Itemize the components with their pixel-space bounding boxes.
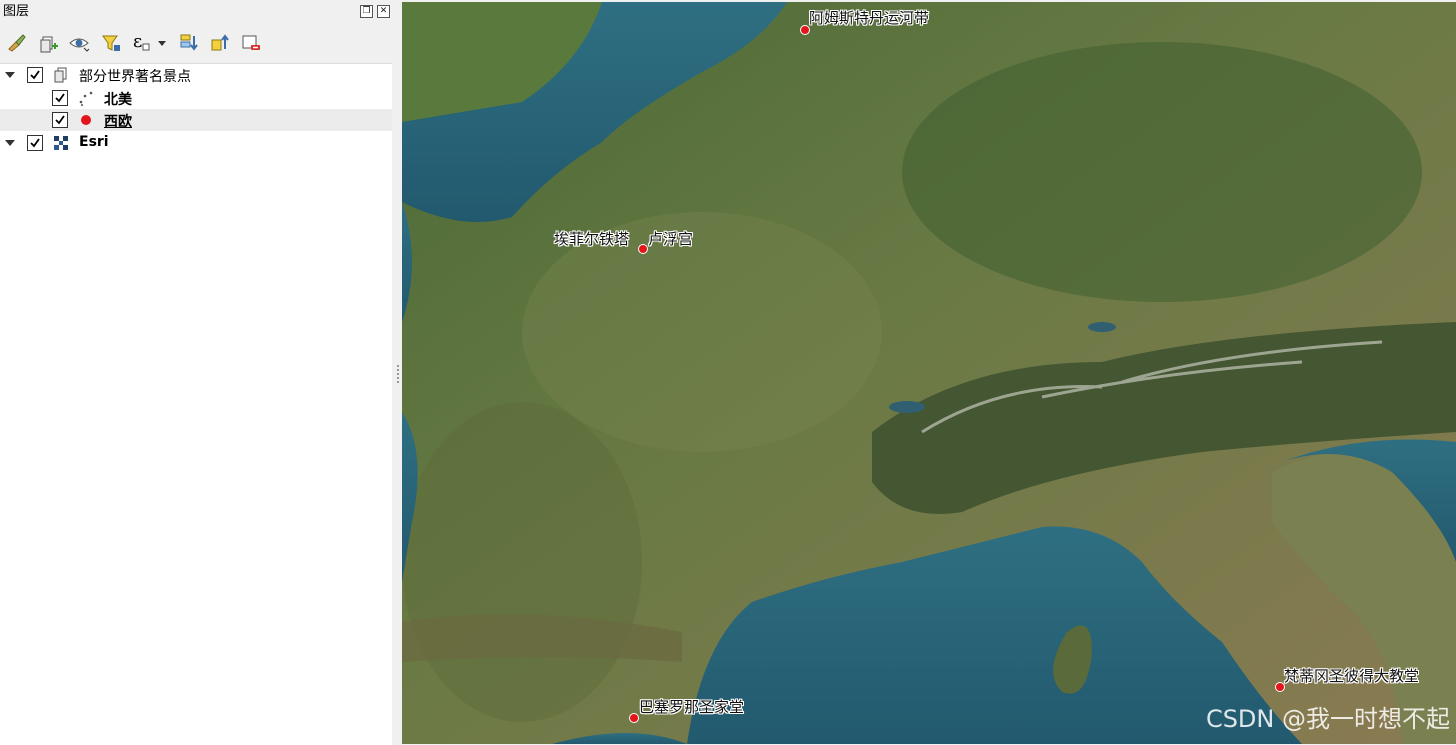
panel-title: 图层 bbox=[3, 4, 30, 19]
panel-splitter[interactable] bbox=[395, 0, 402, 744]
poi-label-eiffel: 埃菲尔铁塔 bbox=[554, 230, 630, 248]
filter-expression-icon[interactable]: ε bbox=[131, 31, 171, 54]
map-canvas[interactable]: 阿姆斯特丹运河带 埃菲尔铁塔 卢浮宫 梵蒂冈圣彼得大教堂 巴塞罗那圣家堂 CSD… bbox=[402, 2, 1456, 744]
layer-group-icon bbox=[53, 67, 69, 83]
layer-row-esri[interactable]: Esri bbox=[0, 132, 392, 154]
western-europe-label: 西欧 bbox=[104, 114, 132, 130]
raster-layer-icon bbox=[53, 135, 69, 151]
poi-label-amsterdam: 阿姆斯特丹运河带 bbox=[809, 9, 930, 27]
collapse-all-icon[interactable] bbox=[209, 32, 231, 54]
group-visibility-checkbox[interactable] bbox=[27, 67, 43, 83]
layer-row-north-america[interactable]: 北美 bbox=[0, 87, 392, 109]
poi-label-louvre: 卢浮宫 bbox=[648, 230, 694, 248]
layers-toolbar: ε bbox=[0, 28, 395, 58]
north-america-label: 北美 bbox=[104, 92, 132, 108]
remove-layer-icon[interactable] bbox=[240, 32, 262, 54]
layer-row-western-europe[interactable]: 西欧 bbox=[0, 109, 392, 131]
poi-marker-sagrada[interactable] bbox=[629, 713, 639, 723]
layer-tree: 部分世界著名景点 北美 西欧 Esri bbox=[0, 63, 392, 745]
style-manager-icon[interactable] bbox=[6, 32, 28, 54]
filter-legend-icon[interactable] bbox=[100, 32, 122, 54]
esri-label: Esri bbox=[79, 134, 109, 150]
layer-group-row[interactable]: 部分世界著名景点 bbox=[0, 64, 392, 86]
north-america-visibility-checkbox[interactable] bbox=[52, 90, 68, 106]
expand-arrow-icon[interactable] bbox=[5, 140, 15, 146]
western-europe-visibility-checkbox[interactable] bbox=[52, 112, 68, 128]
esri-visibility-checkbox[interactable] bbox=[27, 135, 43, 151]
expand-all-icon[interactable] bbox=[178, 32, 200, 54]
poi-label-vatican: 梵蒂冈圣彼得大教堂 bbox=[1284, 667, 1420, 685]
add-group-icon[interactable] bbox=[37, 32, 59, 54]
expand-arrow-icon[interactable] bbox=[5, 72, 15, 78]
close-panel-button[interactable]: ✕ bbox=[377, 5, 390, 18]
csdn-watermark: CSDN @我一时想不起 bbox=[1205, 705, 1450, 733]
group-label: 部分世界著名景点 bbox=[79, 69, 191, 85]
visibility-icon[interactable] bbox=[68, 32, 90, 54]
layers-panel: 图层 ❐ ✕ ε 部分世界著名景点 北美 西欧 Esri bbox=[0, 0, 395, 745]
red-point-symbol-icon bbox=[78, 112, 94, 128]
float-panel-button[interactable]: ❐ bbox=[360, 5, 373, 18]
poi-marker-paris[interactable] bbox=[638, 244, 648, 254]
point-cluster-symbol-icon bbox=[78, 90, 94, 106]
satellite-basemap bbox=[402, 2, 1456, 744]
poi-label-sagrada: 巴塞罗那圣家堂 bbox=[639, 698, 745, 716]
splitter-grip[interactable] bbox=[397, 365, 399, 383]
